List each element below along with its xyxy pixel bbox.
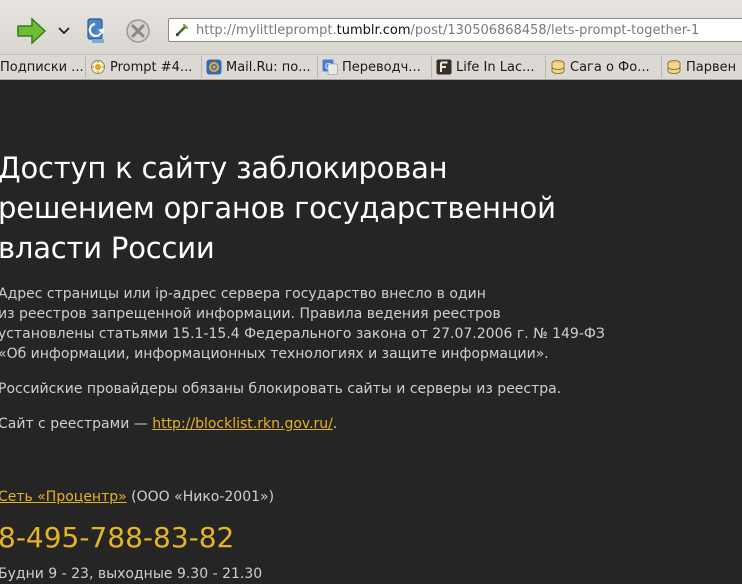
forward-arrow-icon	[17, 17, 47, 45]
url-text[interactable]: http://mylittleprompt.tumblr.com/post/13…	[196, 23, 699, 38]
forward-button[interactable]	[14, 14, 48, 48]
letter-f-icon	[436, 59, 452, 75]
bookmark-label: Prompt #4...	[110, 59, 193, 75]
bookmark-label: Mail.Ru: по...	[226, 59, 311, 75]
navigation-toolbar: http://mylittleprompt.tumblr.com/post/13…	[0, 0, 742, 54]
svg-text:G: G	[325, 62, 331, 71]
bookmark-label: Life In Lac...	[456, 59, 535, 75]
bookmark-item[interactable]: Mail.Ru: по...	[202, 56, 318, 78]
registry-line: Сайт с реестрами — http://blocklist.rkn.…	[0, 414, 718, 434]
history-dropdown-button[interactable]	[56, 14, 72, 48]
bookmarks-toolbar: Подписки ... Prompt #4... Mail.Ru: по...…	[0, 54, 742, 80]
stop-button[interactable]	[122, 14, 154, 48]
database-icon	[666, 59, 682, 75]
bookmark-label: Сага о Фо...	[570, 59, 650, 75]
text-line: «Об информации, информационных технологи…	[0, 346, 549, 362]
provider-line: Сеть «Процентр» (ООО «Нико-2001»)	[0, 487, 718, 507]
text-line: из реестров запрещенной информации. Прав…	[0, 306, 501, 322]
working-hours: Будни 9 - 23, выходные 9.30 - 21.30	[0, 566, 263, 582]
bookmark-item[interactable]: Prompt #4...	[86, 56, 202, 78]
title-line: власти России	[0, 231, 215, 265]
bookmark-label: Парвен	[686, 59, 737, 75]
url-path: /post/130506868458/lets-prompt-together-…	[410, 22, 700, 38]
blocked-page: Доступ к сайту заблокирован решением орг…	[0, 80, 742, 582]
reload-icon	[87, 18, 104, 43]
reload-button[interactable]	[82, 14, 112, 48]
chevron-down-icon	[58, 27, 70, 35]
title-line: решением органов государственной	[0, 191, 556, 225]
page-title: Доступ к сайту заблокирован решением орг…	[0, 148, 638, 268]
browser-chrome: http://mylittleprompt.tumblr.com/post/13…	[0, 0, 742, 80]
database-icon	[550, 59, 566, 75]
bookmark-item[interactable]: G Переводч...	[318, 56, 432, 78]
bookmark-label: Переводч...	[342, 59, 421, 75]
mailru-icon	[206, 59, 222, 75]
site-identity-icon	[175, 24, 188, 37]
text-line: установлены статьями 15.1-15.4 Федеральн…	[0, 326, 605, 342]
provider-link[interactable]: Сеть «Процентр»	[0, 489, 127, 505]
address-bar[interactable]: http://mylittleprompt.tumblr.com/post/13…	[168, 18, 742, 42]
block-explanation: Адрес страницы или ip-адрес сервера госу…	[0, 284, 718, 364]
sun-icon	[90, 59, 106, 75]
bookmark-item[interactable]: Подписки ...	[0, 56, 86, 78]
registry-prefix: Сайт с реестрами —	[0, 416, 153, 432]
bookmark-label: Подписки ...	[0, 59, 84, 75]
bookmark-item[interactable]: Сага о Фо...	[546, 56, 662, 78]
bookmark-item[interactable]: Life In Lac...	[432, 56, 546, 78]
translate-icon: G	[322, 59, 338, 75]
registry-suffix: .	[332, 416, 338, 432]
stop-icon	[126, 19, 150, 43]
provider-company: (ООО «Нико-2001»)	[126, 489, 275, 505]
title-line: Доступ к сайту заблокирован	[0, 151, 448, 185]
provider-phone: 8-495-788-83-82	[0, 521, 235, 554]
text-line: Адрес страницы или ip-адрес сервера госу…	[0, 286, 486, 302]
provider-obligation-text: Российские провайдеры обязаны блокироват…	[0, 381, 562, 397]
url-prefix: http://mylittleprompt.	[196, 22, 337, 38]
registry-link[interactable]: http://blocklist.rkn.gov.ru/	[152, 416, 333, 432]
url-domain: tumblr.com	[336, 22, 411, 38]
bookmark-item[interactable]: Парвен	[662, 56, 742, 78]
